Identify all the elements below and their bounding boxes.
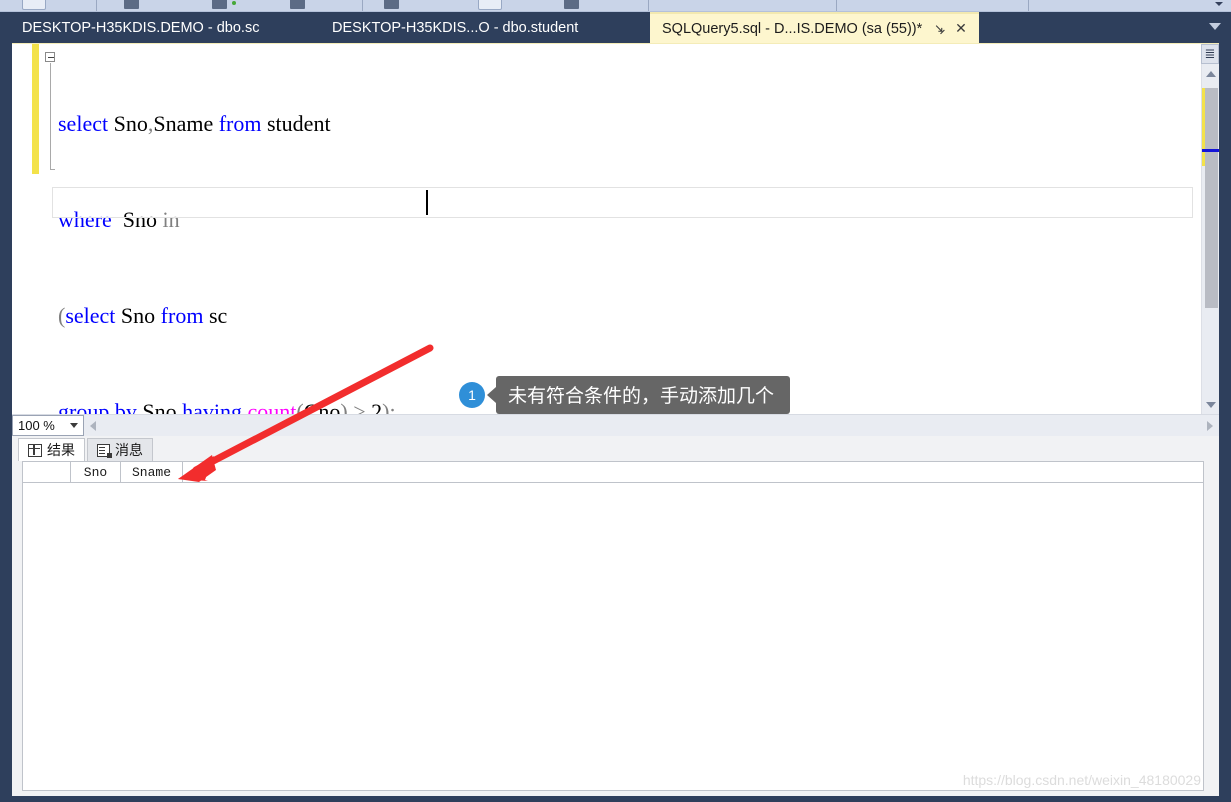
code-token: sc [203,303,228,328]
toolbar-icon-2[interactable] [212,0,227,9]
code-token: Sno [115,303,161,328]
code-token: count [247,399,297,414]
code-token: having [182,399,242,414]
toolbar-strip [0,0,1231,12]
results-tab-strip: 结果 消息 [12,436,153,461]
code-token: 2 [365,399,383,414]
code-line-2: where Sno in [58,204,396,236]
grid-column-header-sno[interactable]: Sno [71,462,121,482]
callout-notch-icon [487,387,496,403]
toolbar-separator-1 [96,0,97,11]
grid-header-filler [183,462,1203,482]
code-token: from [160,303,204,328]
code-token: from [218,111,262,136]
toolbar-run-dot-icon [232,1,236,5]
code-text[interactable]: select Sno,Sname from student where Sno … [58,44,396,414]
scrollbar-caret-marker [1202,149,1219,152]
code-token: Sname [153,111,219,136]
scrollbar-thumb[interactable] [1205,88,1218,308]
code-token: select [65,303,116,328]
hscroll-right-button[interactable] [1201,415,1219,436]
toolbar-separator-4 [836,0,837,11]
results-grid-body-empty[interactable] [23,483,1203,790]
sql-editor[interactable]: select Sno,Sname from student where Sno … [12,43,1219,414]
editor-status-row: 100 % [12,414,1219,436]
pin-icon[interactable]: ⇥ [930,19,949,38]
tab-label: SQLQuery5.sql - D...IS.DEMO (sa (55))* [662,20,923,37]
chevron-right-icon [1207,420,1213,431]
scroll-up-button[interactable] [1202,66,1219,82]
code-token: Sno [113,111,148,136]
tab-messages[interactable]: 消息 [87,438,153,461]
hscroll-left-button[interactable] [84,415,102,436]
document-tab-bar: DESKTOP-H35KDIS.DEMO - dbo.sc DESKTOP-H3… [0,12,1231,43]
code-token: where [58,207,112,232]
toolbar-separator-2 [362,0,363,11]
annotation-text: 未有符合条件的，手动添加几个 [496,376,791,414]
fold-collapse-icon[interactable] [45,52,55,62]
results-grid[interactable]: Sno Sname [22,461,1204,791]
tab-label: DESKTOP-H35KDIS.DEMO - dbo.sc [22,19,260,36]
toolbar-overflow-icon[interactable] [1215,2,1223,6]
code-token: Sno [111,207,163,232]
tab-dbo-sc[interactable]: DESKTOP-H35KDIS.DEMO - dbo.sc [10,12,272,43]
results-pane: 结果 消息 Sno Sname https://blog.csdn.net/we… [12,436,1219,796]
gutter-change-bar [32,44,39,174]
chevron-down-icon [70,423,78,428]
code-token: select [58,111,109,136]
tab-dbo-student[interactable]: DESKTOP-H35KDIS...O - dbo.student [320,12,591,43]
zoom-select[interactable]: 100 % [12,415,84,436]
editor-vertical-scrollbar[interactable]: ≣ [1201,44,1219,414]
code-token: ) [340,399,348,414]
toolbar-button-1[interactable] [22,0,46,10]
text-cursor [426,190,428,215]
toolbar-icon-5[interactable] [564,0,579,9]
toolbar-separator-5 [1028,0,1029,11]
grid-row-header-corner[interactable] [23,462,71,482]
fold-region-line [50,63,55,170]
chevron-down-icon [1206,402,1216,408]
chevron-up-icon [1206,71,1216,77]
horizontal-scrollbar-track[interactable] [102,415,1201,436]
toolbar-icon-4[interactable] [384,0,399,9]
watermark: https://blog.csdn.net/weixin_48180029 [962,772,1201,788]
tab-messages-label: 消息 [115,442,143,458]
code-folding-column [45,48,59,178]
toolbar-separator-3 [648,0,649,11]
annotation-callout: 1 未有符合条件的，手动添加几个 [459,376,791,414]
code-token: by [114,399,137,414]
split-pane-handle[interactable]: ≣ [1201,44,1219,64]
code-line-3: (select Sno from sc [58,300,396,332]
code-line-4: group by Sno having count(Cno) > 2); [58,396,396,414]
tab-sqlquery5[interactable]: SQLQuery5.sql - D...IS.DEMO (sa (55))* ⇥… [650,12,979,43]
code-token: group [58,399,110,414]
toolbar-icon-3[interactable] [290,0,305,9]
scroll-down-button[interactable] [1202,397,1219,413]
close-icon[interactable]: ✕ [955,20,967,37]
code-token: ; [389,399,396,414]
code-token: Cno [303,399,341,414]
tab-label: DESKTOP-H35KDIS...O - dbo.student [332,19,579,36]
code-token: Sno [136,399,183,414]
tab-results[interactable]: 结果 [18,438,85,461]
results-grid-header-row: Sno Sname [23,462,1203,483]
toolbar-icon-1[interactable] [124,0,139,9]
zoom-value: 100 % [18,418,55,433]
code-token: in [162,207,180,232]
toolbar-button-2[interactable] [478,0,502,10]
tab-results-label: 结果 [47,442,75,458]
chevron-left-icon [90,420,96,431]
tab-list-chevron-down-icon[interactable] [1209,23,1221,30]
code-token: student [261,111,331,136]
grid-icon [28,443,42,457]
code-line-1: select Sno,Sname from student [58,108,396,140]
code-token: > [353,399,366,414]
ssms-window: DESKTOP-H35KDIS.DEMO - dbo.sc DESKTOP-H3… [0,0,1231,802]
code-token: ( [296,399,304,414]
annotation-badge: 1 [459,382,485,408]
grid-column-header-sname[interactable]: Sname [121,462,183,482]
message-icon [97,443,112,458]
